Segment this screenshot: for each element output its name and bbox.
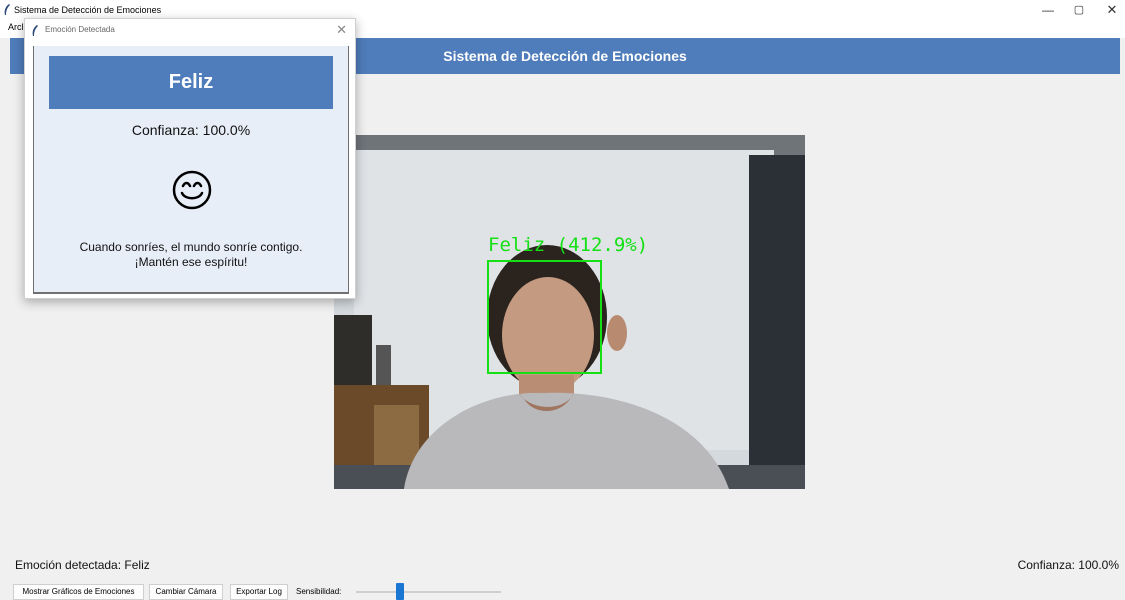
camera-feed: Feliz (412.9%) [334, 135, 805, 489]
maximize-button[interactable]: ▢ [1064, 2, 1094, 18]
detected-emotion-status: Emoción detectada: Feliz [15, 558, 150, 572]
feather-icon [32, 25, 38, 36]
feather-icon [4, 4, 10, 15]
popup-content: Feliz Confianza: 100.0% Cuando sonríes, … [33, 46, 349, 294]
face-bounding-box [487, 260, 602, 374]
popup-confidence: Confianza: 100.0% [131, 122, 251, 138]
popup-close-button[interactable]: ✕ [336, 22, 347, 38]
minimize-button[interactable]: — [1033, 2, 1063, 18]
popup-title: Emoción Detectada [45, 25, 115, 34]
menu-archivo[interactable]: Arcl [8, 22, 24, 32]
popup-message: Cuando sonríes, el mundo sonríe contigo.… [34, 240, 348, 270]
emotion-popup: Emoción Detectada ✕ Feliz Confianza: 100… [24, 18, 356, 299]
close-button[interactable]: ✕ [1097, 2, 1125, 18]
show-charts-button[interactable]: Mostrar Gráficos de Emociones [13, 584, 144, 600]
window-title: Sistema de Detección de Emociones [14, 5, 162, 15]
confidence-status: Confianza: 100.0% [1017, 558, 1119, 572]
change-camera-button[interactable]: Cambiar Cámara [149, 584, 223, 600]
face-detection-label: Feliz (412.9%) [488, 234, 649, 256]
export-log-button[interactable]: Exportar Log [230, 584, 288, 600]
emotion-banner: Feliz [49, 56, 333, 109]
sensitivity-label: Sensibilidad: [296, 587, 342, 596]
sensitivity-slider-thumb[interactable] [395, 583, 404, 600]
popup-message-line2: ¡Mantén ese espíritu! [134, 255, 248, 269]
sensitivity-slider-track[interactable] [356, 591, 501, 593]
title-bar: Sistema de Detección de Emociones — ▢ ✕ [0, 0, 1125, 20]
popup-message-line1: Cuando sonríes, el mundo sonríe contigo. [79, 240, 303, 254]
smiling-face-icon [172, 170, 212, 210]
